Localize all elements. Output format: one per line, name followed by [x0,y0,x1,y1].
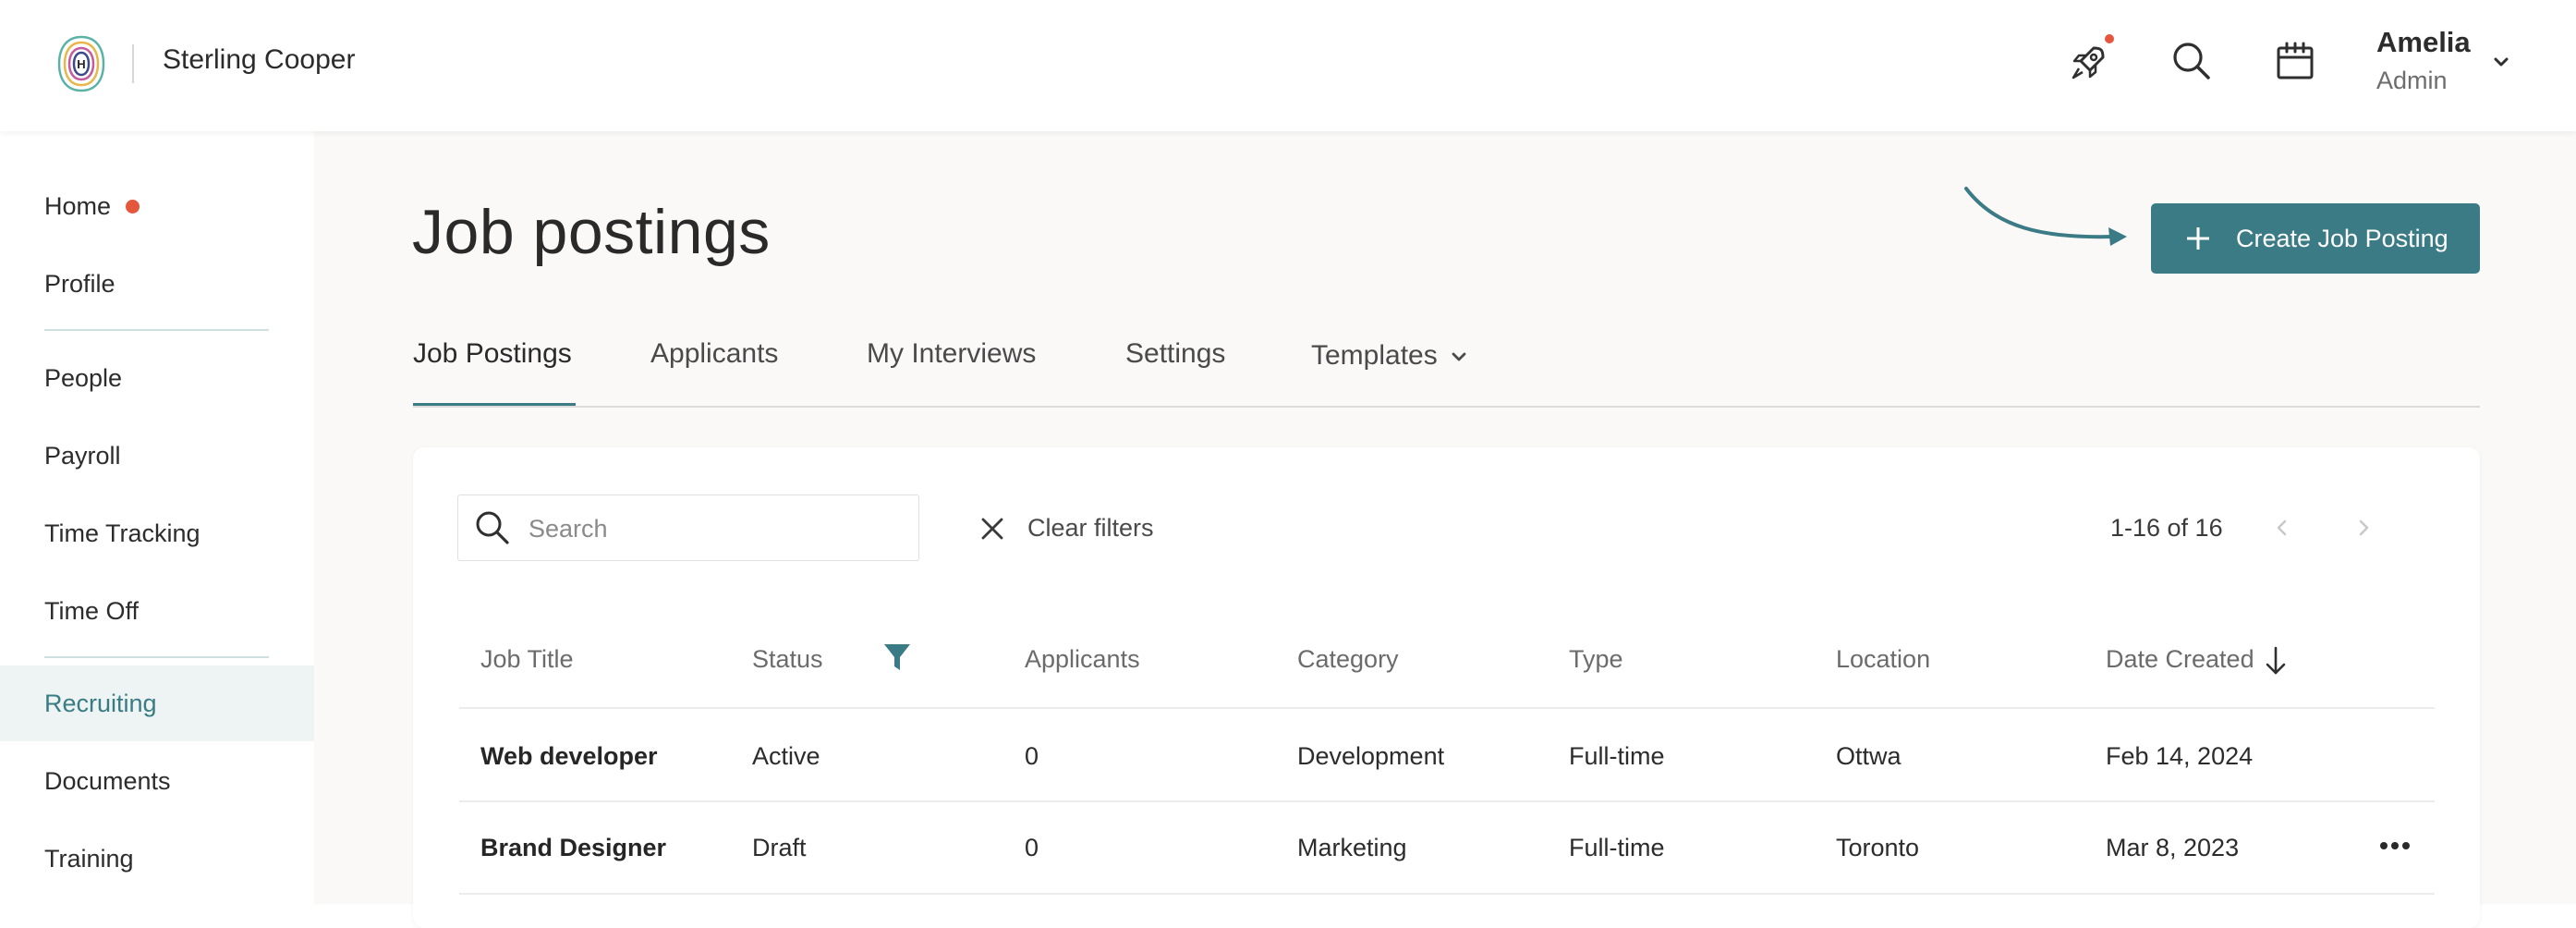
table-row-divider [459,800,2435,802]
sidebar-item-recruiting[interactable]: Recruiting [0,665,314,741]
type-cell: Full-time [1569,742,1665,770]
job-title-cell[interactable]: Web developer [480,742,658,771]
status-cell: Draft [752,834,807,861]
user-role: Admin [2376,67,2448,94]
sidebar-item-label: Home [44,191,112,220]
clear-filters-button[interactable]: Clear filters [1027,514,1154,543]
sidebar: Home Profile People Payroll Time Trackin… [0,131,314,904]
search-icon[interactable] [2169,39,2214,83]
rocket-icon[interactable] [2066,41,2110,85]
create-button-label: Create Job Posting [2236,224,2448,252]
column-header-status[interactable]: Status [752,645,823,674]
tab-settings[interactable]: Settings [1125,338,1225,370]
close-icon[interactable] [978,514,1007,543]
sidebar-item-payroll[interactable]: Payroll [0,418,314,494]
curved-arrow-icon [1964,187,2127,246]
date-cell: Feb 14, 2024 [2106,742,2254,770]
type-cell: Full-time [1569,834,1665,861]
category-cell: Marketing [1297,834,1407,861]
calendar-icon[interactable] [2273,39,2317,83]
top-header: H Sterling Cooper Amelia Admin [0,0,2576,131]
arrow-down-icon[interactable] [2264,645,2288,677]
active-tab-indicator [413,403,576,406]
create-job-posting-button[interactable]: Create Job Posting [2151,203,2480,274]
sidebar-item-label: Profile [44,269,115,298]
chevron-down-icon[interactable] [2487,48,2515,76]
search-input[interactable] [527,508,909,549]
more-options-icon[interactable] [2378,832,2412,860]
tab-job-postings[interactable]: Job Postings [413,338,572,370]
tab-templates[interactable]: Templates [1311,340,1469,372]
applicants-cell: 0 [1025,742,1039,770]
applicants-cell: 0 [1025,834,1039,861]
notification-dot [2105,34,2114,43]
table-row-divider [459,893,2435,895]
column-header-location[interactable]: Location [1836,645,1930,674]
tab-templates-label: Templates [1311,340,1438,371]
sidebar-item-time-off[interactable]: Time Off [0,573,314,649]
location-cell: Toronto [1836,834,1920,861]
sidebar-item-label: Payroll [44,441,121,470]
home-notification-dot [126,199,140,214]
page-title: Job postings [412,197,771,267]
column-header-type[interactable]: Type [1569,645,1623,674]
brand-divider [132,44,134,83]
sidebar-item-label: Documents [44,766,171,795]
tab-applicants[interactable]: Applicants [650,338,778,370]
company-name: Sterling Cooper [163,44,356,75]
date-cell: Mar 8, 2023 [2106,834,2240,861]
sidebar-item-label: Training [44,844,134,873]
sidebar-item-label: People [44,363,123,392]
sidebar-item-label: Time Tracking [44,519,200,547]
column-header-category[interactable]: Category [1297,645,1399,674]
tabs-divider [413,406,2480,408]
tab-my-interviews[interactable]: My Interviews [867,338,1036,370]
user-name[interactable]: Amelia [2376,26,2471,59]
chevron-right-icon[interactable] [2351,514,2376,542]
sidebar-item-documents[interactable]: Documents [0,743,314,819]
column-header-job-title[interactable]: Job Title [480,645,574,674]
pagination-count: 1-16 of 16 [2110,514,2223,542]
sidebar-item-training[interactable]: Training [0,821,314,897]
company-logo[interactable]: H [55,33,107,94]
job-title-cell[interactable]: Brand Designer [480,834,666,862]
plus-icon [2187,227,2209,250]
filter-icon[interactable] [882,641,912,673]
logo-letter: H [77,57,85,71]
table-row-divider [459,707,2435,709]
sidebar-item-label: Recruiting [44,689,157,717]
location-cell: Ottwa [1836,742,1902,770]
sidebar-item-profile[interactable]: Profile [0,246,314,322]
chevron-left-icon[interactable] [2269,514,2295,542]
chevron-down-icon [1452,352,1466,361]
search-icon [476,511,509,544]
sidebar-item-time-tracking[interactable]: Time Tracking [0,495,314,571]
status-cell: Active [752,742,820,770]
category-cell: Development [1297,742,1445,770]
sidebar-divider [44,329,269,331]
column-header-date-created[interactable]: Date Created [2106,645,2254,674]
column-header-applicants[interactable]: Applicants [1025,645,1140,674]
sidebar-divider [44,656,269,658]
sidebar-item-home[interactable]: Home [0,168,314,244]
sidebar-item-label: Time Off [44,596,140,625]
sidebar-item-people[interactable]: People [0,340,314,416]
